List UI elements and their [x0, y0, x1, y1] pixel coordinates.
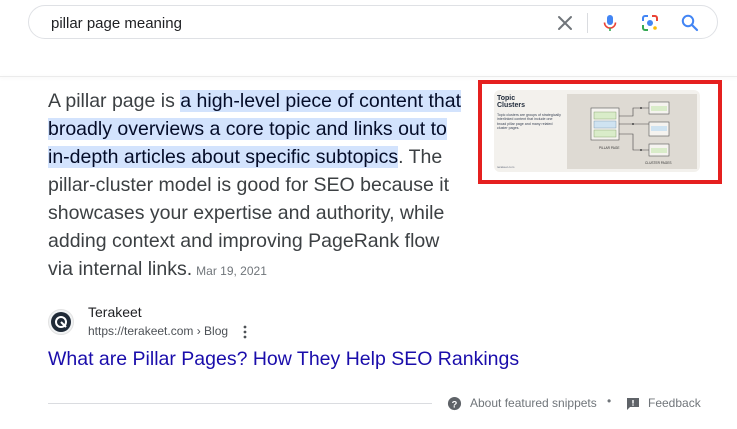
clear-icon[interactable] — [555, 13, 575, 33]
google-lens-icon[interactable] — [640, 13, 660, 33]
help-icon[interactable]: ? — [447, 396, 462, 411]
search-icon[interactable] — [680, 13, 700, 33]
feedback-icon[interactable] — [626, 397, 640, 411]
search-input[interactable]: pillar page meaning — [51, 15, 182, 32]
search-divider — [587, 13, 588, 33]
search-bar[interactable]: pillar page meaning — [28, 5, 718, 39]
header-divider — [0, 76, 737, 77]
featured-snippet-text: A pillar page is a high-level piece of c… — [48, 87, 468, 285]
source-url[interactable]: https://terakeet.com › Blog — [88, 324, 228, 338]
feedback-link[interactable]: Feedback — [648, 396, 701, 410]
about-featured-snippets-link[interactable]: About featured snippets — [470, 396, 597, 410]
result-title-link[interactable]: What are Pillar Pages? How They Help SEO… — [48, 348, 519, 371]
svg-text:?: ? — [452, 399, 458, 409]
footer-divider — [48, 403, 432, 404]
snippet-lead: A pillar page is — [48, 90, 181, 112]
more-options-icon[interactable] — [242, 325, 248, 339]
terakeet-favicon[interactable] — [48, 309, 74, 335]
microphone-icon[interactable] — [600, 13, 620, 33]
snippet-date: Mar 19, 2021 — [196, 264, 267, 278]
annotation-highlight-box — [478, 80, 722, 184]
footer-separator: • — [607, 394, 612, 408]
source-site-name[interactable]: Terakeet — [88, 304, 142, 320]
terakeet-logo-icon — [51, 312, 71, 332]
